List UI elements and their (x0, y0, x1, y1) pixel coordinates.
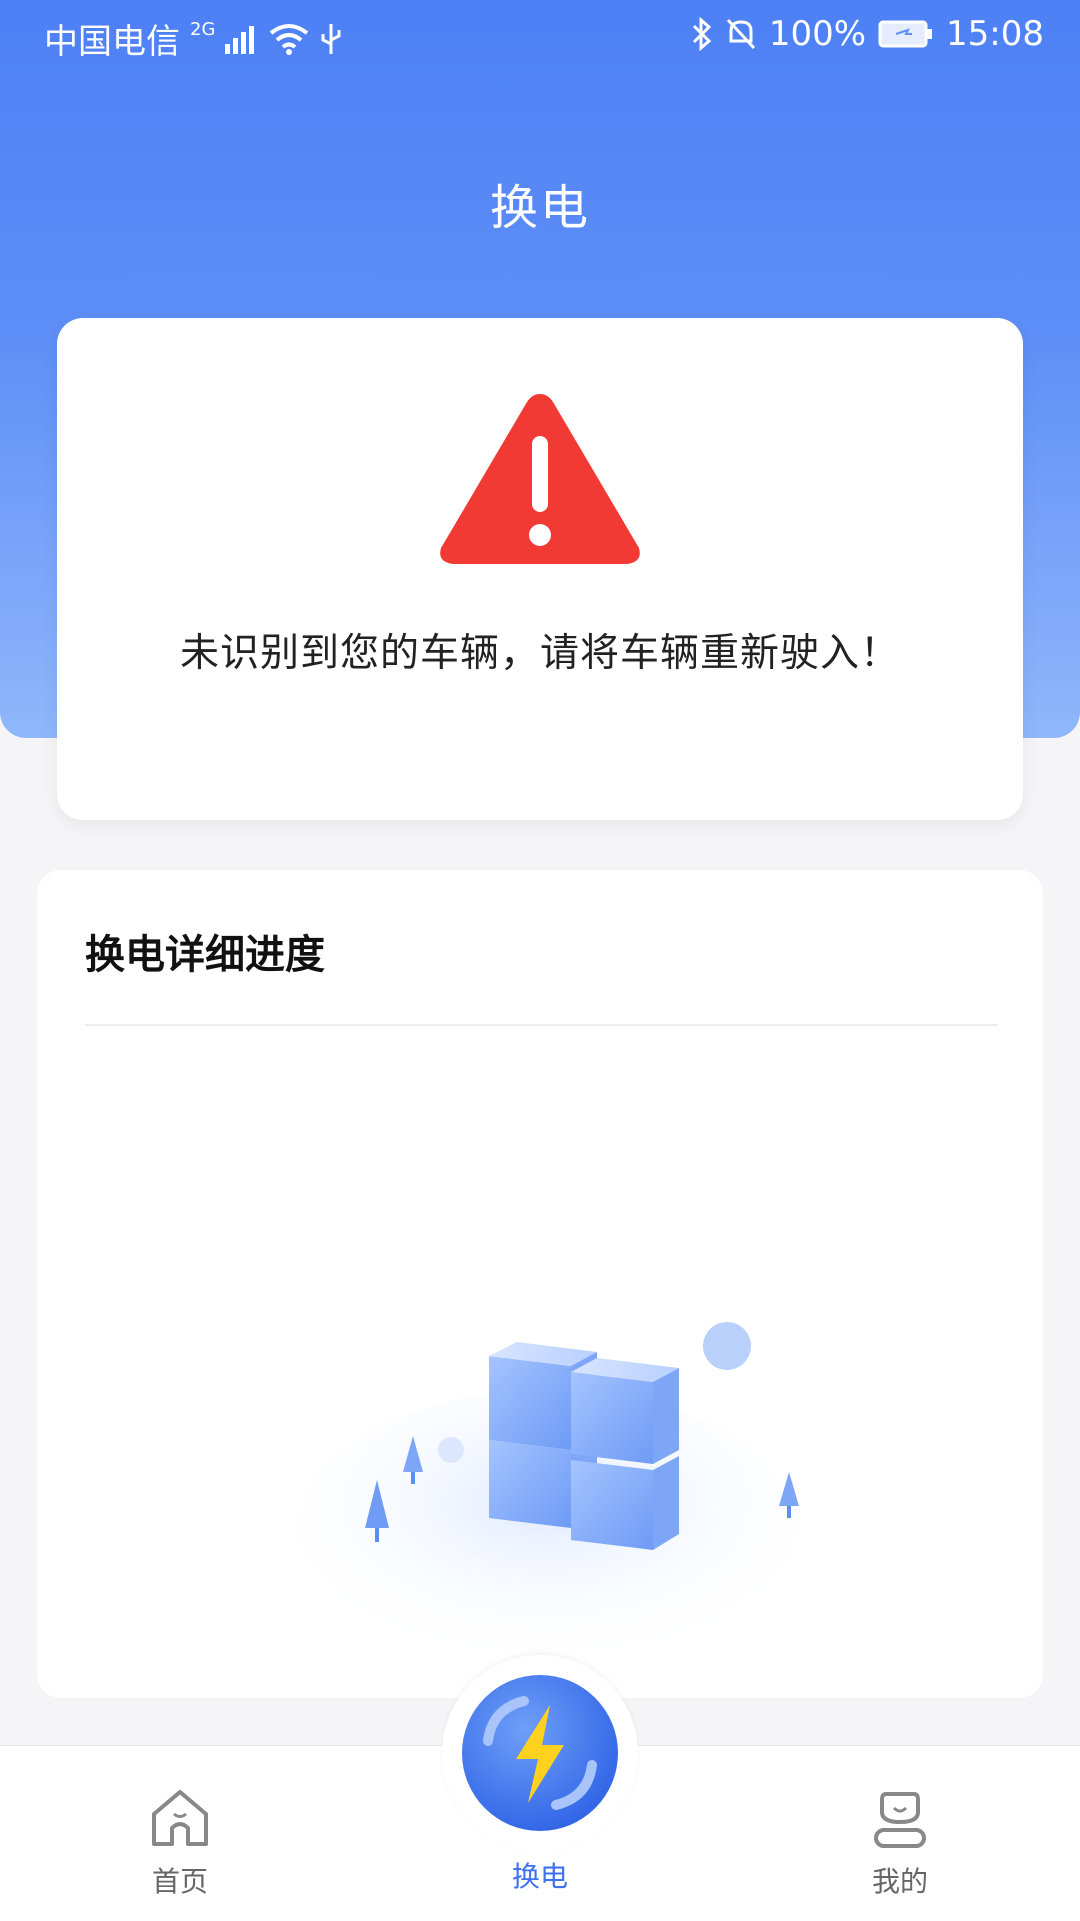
alert-card: 未识别到您的车辆，请将车辆重新驶入！ (57, 318, 1023, 820)
usb-icon (321, 23, 341, 54)
tab-battery-swap-label: 换电 (511, 1860, 568, 1893)
center-button-ring (442, 1655, 638, 1851)
carrier-name: 中国电信 (44, 22, 180, 62)
tab-battery-swap[interactable]: 换电 (442, 1655, 638, 1893)
wifi-icon (270, 23, 309, 55)
home-icon (152, 1790, 208, 1846)
tab-mine-label: 我的 (871, 1865, 928, 1898)
tab-mine[interactable]: 我的 (810, 1786, 990, 1900)
progress-card: 换电详细进度 (37, 870, 1043, 1698)
battery-charging-icon (878, 20, 933, 48)
network-type: 2G (190, 19, 216, 40)
clock: 15:08 (946, 14, 1044, 54)
tab-home-label: 首页 (151, 1865, 208, 1898)
empty-state-illustration (297, 1322, 799, 1670)
status-bar: 中国电信 2G 100% 15:08 (0, 0, 1080, 76)
status-left: 中国电信 2G (44, 14, 343, 63)
signal-icon (225, 25, 255, 54)
tab-home[interactable]: 首页 (90, 1786, 270, 1900)
warning-triangle-icon (440, 394, 640, 564)
profile-icon (874, 1792, 926, 1848)
battery-percent: 100% (768, 14, 867, 54)
status-right: 100% 15:08 (691, 14, 1044, 54)
bluetooth-icon (692, 17, 712, 51)
page-title: 换电 (489, 180, 590, 236)
mute-bell-icon (726, 18, 755, 50)
battery-swap-icon (462, 1675, 618, 1831)
progress-title: 换电详细进度 (85, 932, 325, 978)
alert-message: 未识别到您的车辆，请将车辆重新驶入！ (179, 631, 900, 676)
divider (85, 1024, 997, 1026)
